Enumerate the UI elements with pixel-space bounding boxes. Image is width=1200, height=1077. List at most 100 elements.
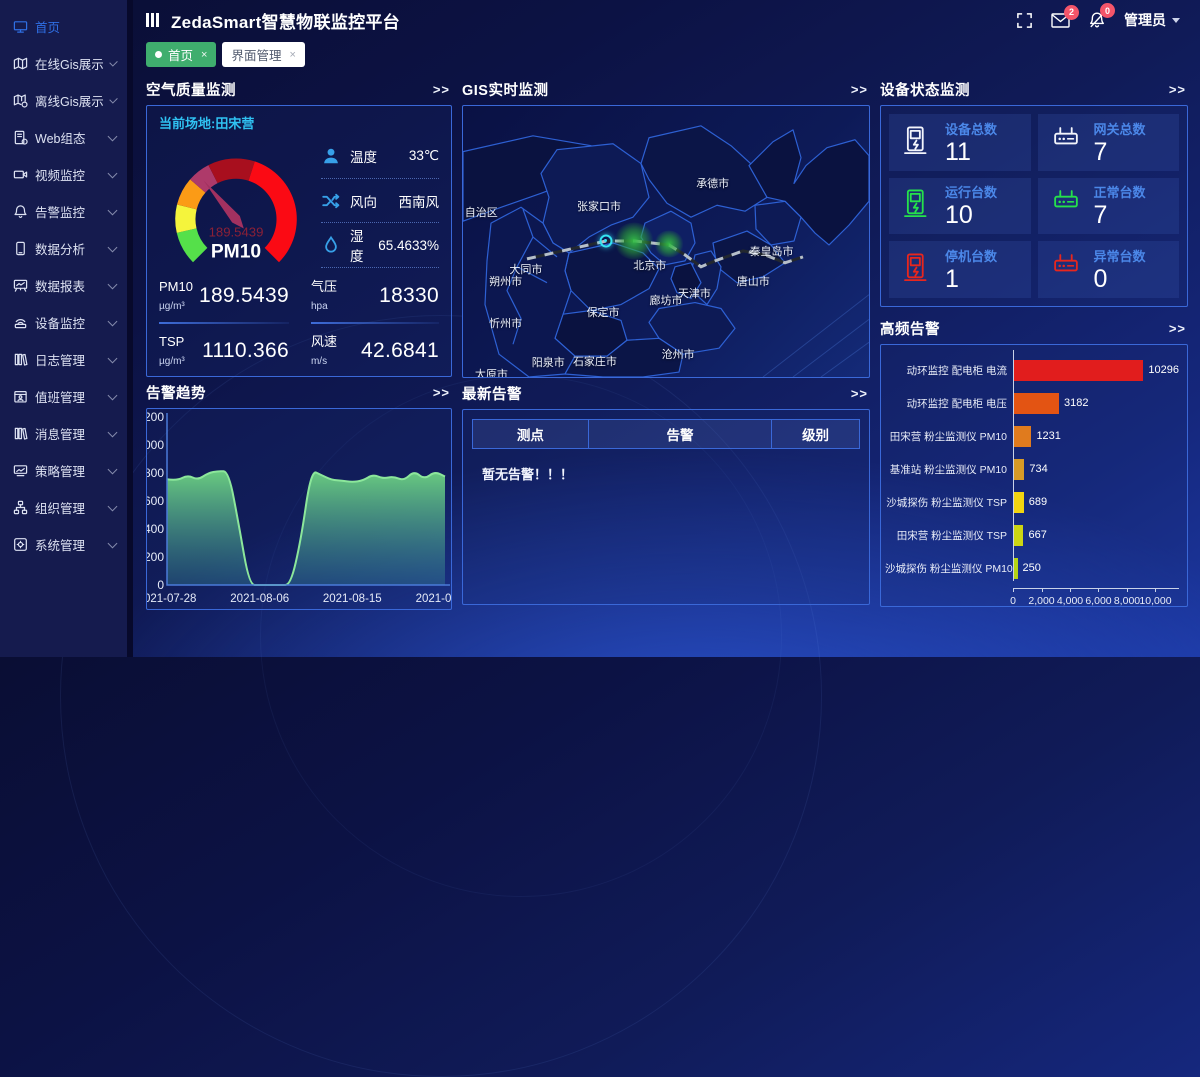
alerts-bell-mute-icon[interactable]: 0 [1088, 11, 1106, 29]
gauge-value: 189.5439 [209, 224, 264, 239]
svg-text:2021-08-06: 2021-08-06 [230, 593, 289, 605]
sidebar-item-video[interactable]: 视频监控 [0, 156, 127, 193]
sidebar-item-system[interactable]: 系统管理 [0, 526, 127, 563]
latest-panel-title: 最新告警 [462, 383, 522, 404]
sidebar-item-logs[interactable]: 日志管理 [0, 341, 127, 378]
sidebar: 首页在线Gis展示离线Gis展示 Web组态视频监控告警监控数据分析数据报表设备监… [0, 0, 133, 657]
doc-gear-icon [13, 130, 28, 145]
sidebar-item-duty[interactable]: 值班管理 [0, 378, 127, 415]
sidebar-item-home[interactable]: 首页 [0, 8, 127, 45]
station-ring-marker[interactable] [599, 234, 612, 247]
sidebar-item-analysis[interactable]: 数据分析 [0, 230, 127, 267]
latest-more-link[interactable]: >> [851, 386, 868, 401]
user-menu[interactable]: 管理员 [1124, 10, 1180, 30]
map-city-label: 张家口市 [577, 198, 621, 214]
trend-panel-title: 告警趋势 [146, 382, 206, 403]
sidebar-item-label: 数据报表 [35, 276, 85, 295]
alarm-trend-chart: 02004006008001,0001,2002021-07-282021-08… [146, 408, 452, 610]
chevron-down-icon [108, 390, 118, 400]
alarm-table-body: 暂无告警！！！ [472, 449, 860, 498]
column-left: 空气质量监测 >> 当前场地:田宋营 [146, 74, 452, 657]
svg-text:800: 800 [147, 466, 164, 480]
sidebar-nav: 首页在线Gis展示离线Gis展示 Web组态视频监控告警监控数据分析数据报表设备监… [0, 8, 127, 563]
device-card-value: 7 [1094, 201, 1108, 229]
freq-axis-tick-label: 4,000 [1057, 595, 1083, 607]
gis-more-link[interactable]: >> [851, 82, 868, 97]
chevron-down-icon [109, 95, 118, 104]
device-panel-title: 设备状态监测 [880, 79, 970, 100]
collapse-menu-icon[interactable] [146, 13, 161, 27]
freq-bar-row: 田宋营 粉尘监测仪 TSP667 [885, 522, 1179, 548]
close-icon[interactable]: × [289, 49, 295, 61]
high-freq-alarm-chart: 动环监控 配电柜 电流10296动环监控 配电柜 电压3182田宋营 粉尘监测仪… [880, 344, 1188, 607]
freq-bar-label: 沙城探伤 粉尘监测仪 TSP [885, 495, 1013, 510]
freq-bar-value: 250 [1023, 562, 1041, 574]
freq-bar-row: 动环监控 配电柜 电压3182 [885, 390, 1179, 416]
tab-ui-manage[interactable]: 界面管理 × [222, 42, 304, 67]
tab-label: 界面管理 [231, 45, 281, 64]
freq-bar-row: 田宋营 粉尘监测仪 PM101231 [885, 423, 1179, 449]
freq-bar[interactable] [1014, 393, 1059, 414]
sidebar-item-org[interactable]: 组织管理 [0, 489, 127, 526]
freq-bar[interactable] [1014, 360, 1143, 381]
metric-name: 风速 [311, 334, 337, 349]
device-status-card: 异常台数0 [1038, 241, 1180, 298]
green-glow-marker[interactable] [654, 230, 684, 257]
svg-text:2021-07-28: 2021-07-28 [147, 593, 196, 605]
freq-bar-label: 沙城探伤 粉尘监测仪 PM10 [885, 561, 1013, 576]
freq-bar-label: 动环监控 配电柜 电压 [885, 396, 1013, 411]
sidebar-item-web-scada[interactable]: Web组态 [0, 119, 127, 156]
freq-bar[interactable] [1014, 426, 1031, 447]
sidebar-item-report[interactable]: 数据报表 [0, 267, 127, 304]
brand: ZedaSmart智慧物联监控平台 [146, 8, 400, 33]
air-more-link[interactable]: >> [433, 82, 450, 97]
tab-label: 首页 [168, 45, 193, 64]
gis-map[interactable]: 自治区承德市张家口市秦皇岛市大同市朔州市北京市唐山市天津市廊坊市保定市忻州市阳泉… [462, 105, 870, 378]
tab-home[interactable]: 首页 × [146, 42, 216, 67]
trend-more-link[interactable]: >> [433, 385, 450, 400]
sidebar-item-device[interactable]: 设备监控 [0, 304, 127, 341]
air-panel-title: 空气质量监测 [146, 79, 236, 100]
wind-icon [321, 191, 341, 211]
messages-mail-icon[interactable]: 2 [1051, 13, 1070, 28]
svg-text:600: 600 [147, 494, 164, 508]
phone-chart-icon [13, 241, 28, 256]
device-card-label: 异常台数 [1094, 249, 1146, 264]
freq-panel-title: 高频告警 [880, 318, 940, 339]
pm10-gauge: 189.5439 PM10 [159, 134, 313, 268]
sidebar-item-online-gis[interactable]: 在线Gis展示 [0, 45, 127, 82]
metric-value: 18330 [379, 284, 439, 308]
freq-bar[interactable] [1014, 459, 1024, 480]
air-metric: TSPµg/m³1110.366 [159, 333, 289, 377]
map-icon [13, 56, 28, 71]
map-city-label: 廊坊市 [650, 292, 683, 308]
droplet-icon [321, 235, 341, 255]
env-stat-label: 湿度 [350, 225, 369, 265]
freq-bar-row: 沙城探伤 粉尘监测仪 TSP689 [885, 489, 1179, 515]
sidebar-item-label: 离线Gis展示 [35, 91, 104, 110]
freq-bar-label: 动环监控 配电柜 电流 [885, 363, 1013, 378]
freq-bar[interactable] [1014, 558, 1018, 579]
metric-unit: µg/m³ [159, 356, 185, 367]
sidebar-item-message[interactable]: 消息管理 [0, 415, 127, 452]
sidebar-item-offline-gis[interactable]: 离线Gis展示 [0, 82, 127, 119]
green-glow-marker[interactable] [614, 222, 654, 259]
freq-bar[interactable] [1014, 492, 1024, 513]
map-city-label: 忻州市 [489, 315, 522, 331]
sidebar-item-label: 视频监控 [35, 165, 85, 184]
close-icon[interactable]: × [201, 49, 207, 61]
freq-more-link[interactable]: >> [1169, 321, 1186, 336]
device-more-link[interactable]: >> [1169, 82, 1186, 97]
freq-bar-value: 667 [1028, 529, 1046, 541]
device-status-card: 网关总数7 [1038, 114, 1180, 171]
env-stats-list: 温度33℃风向西南风湿度65.4633% [313, 134, 439, 268]
sidebar-item-strategy[interactable]: 策略管理 [0, 452, 127, 489]
svg-text:1,000: 1,000 [147, 438, 164, 452]
fullscreen-icon[interactable] [1016, 12, 1033, 29]
air-metric: PM10µg/m³189.5439 [159, 278, 289, 324]
device-card-value: 1 [945, 265, 959, 293]
sidebar-item-alarm[interactable]: 告警监控 [0, 193, 127, 230]
sidebar-item-label: 在线Gis展示 [35, 54, 104, 73]
device-card-value: 10 [945, 201, 973, 229]
freq-bar[interactable] [1014, 525, 1023, 546]
